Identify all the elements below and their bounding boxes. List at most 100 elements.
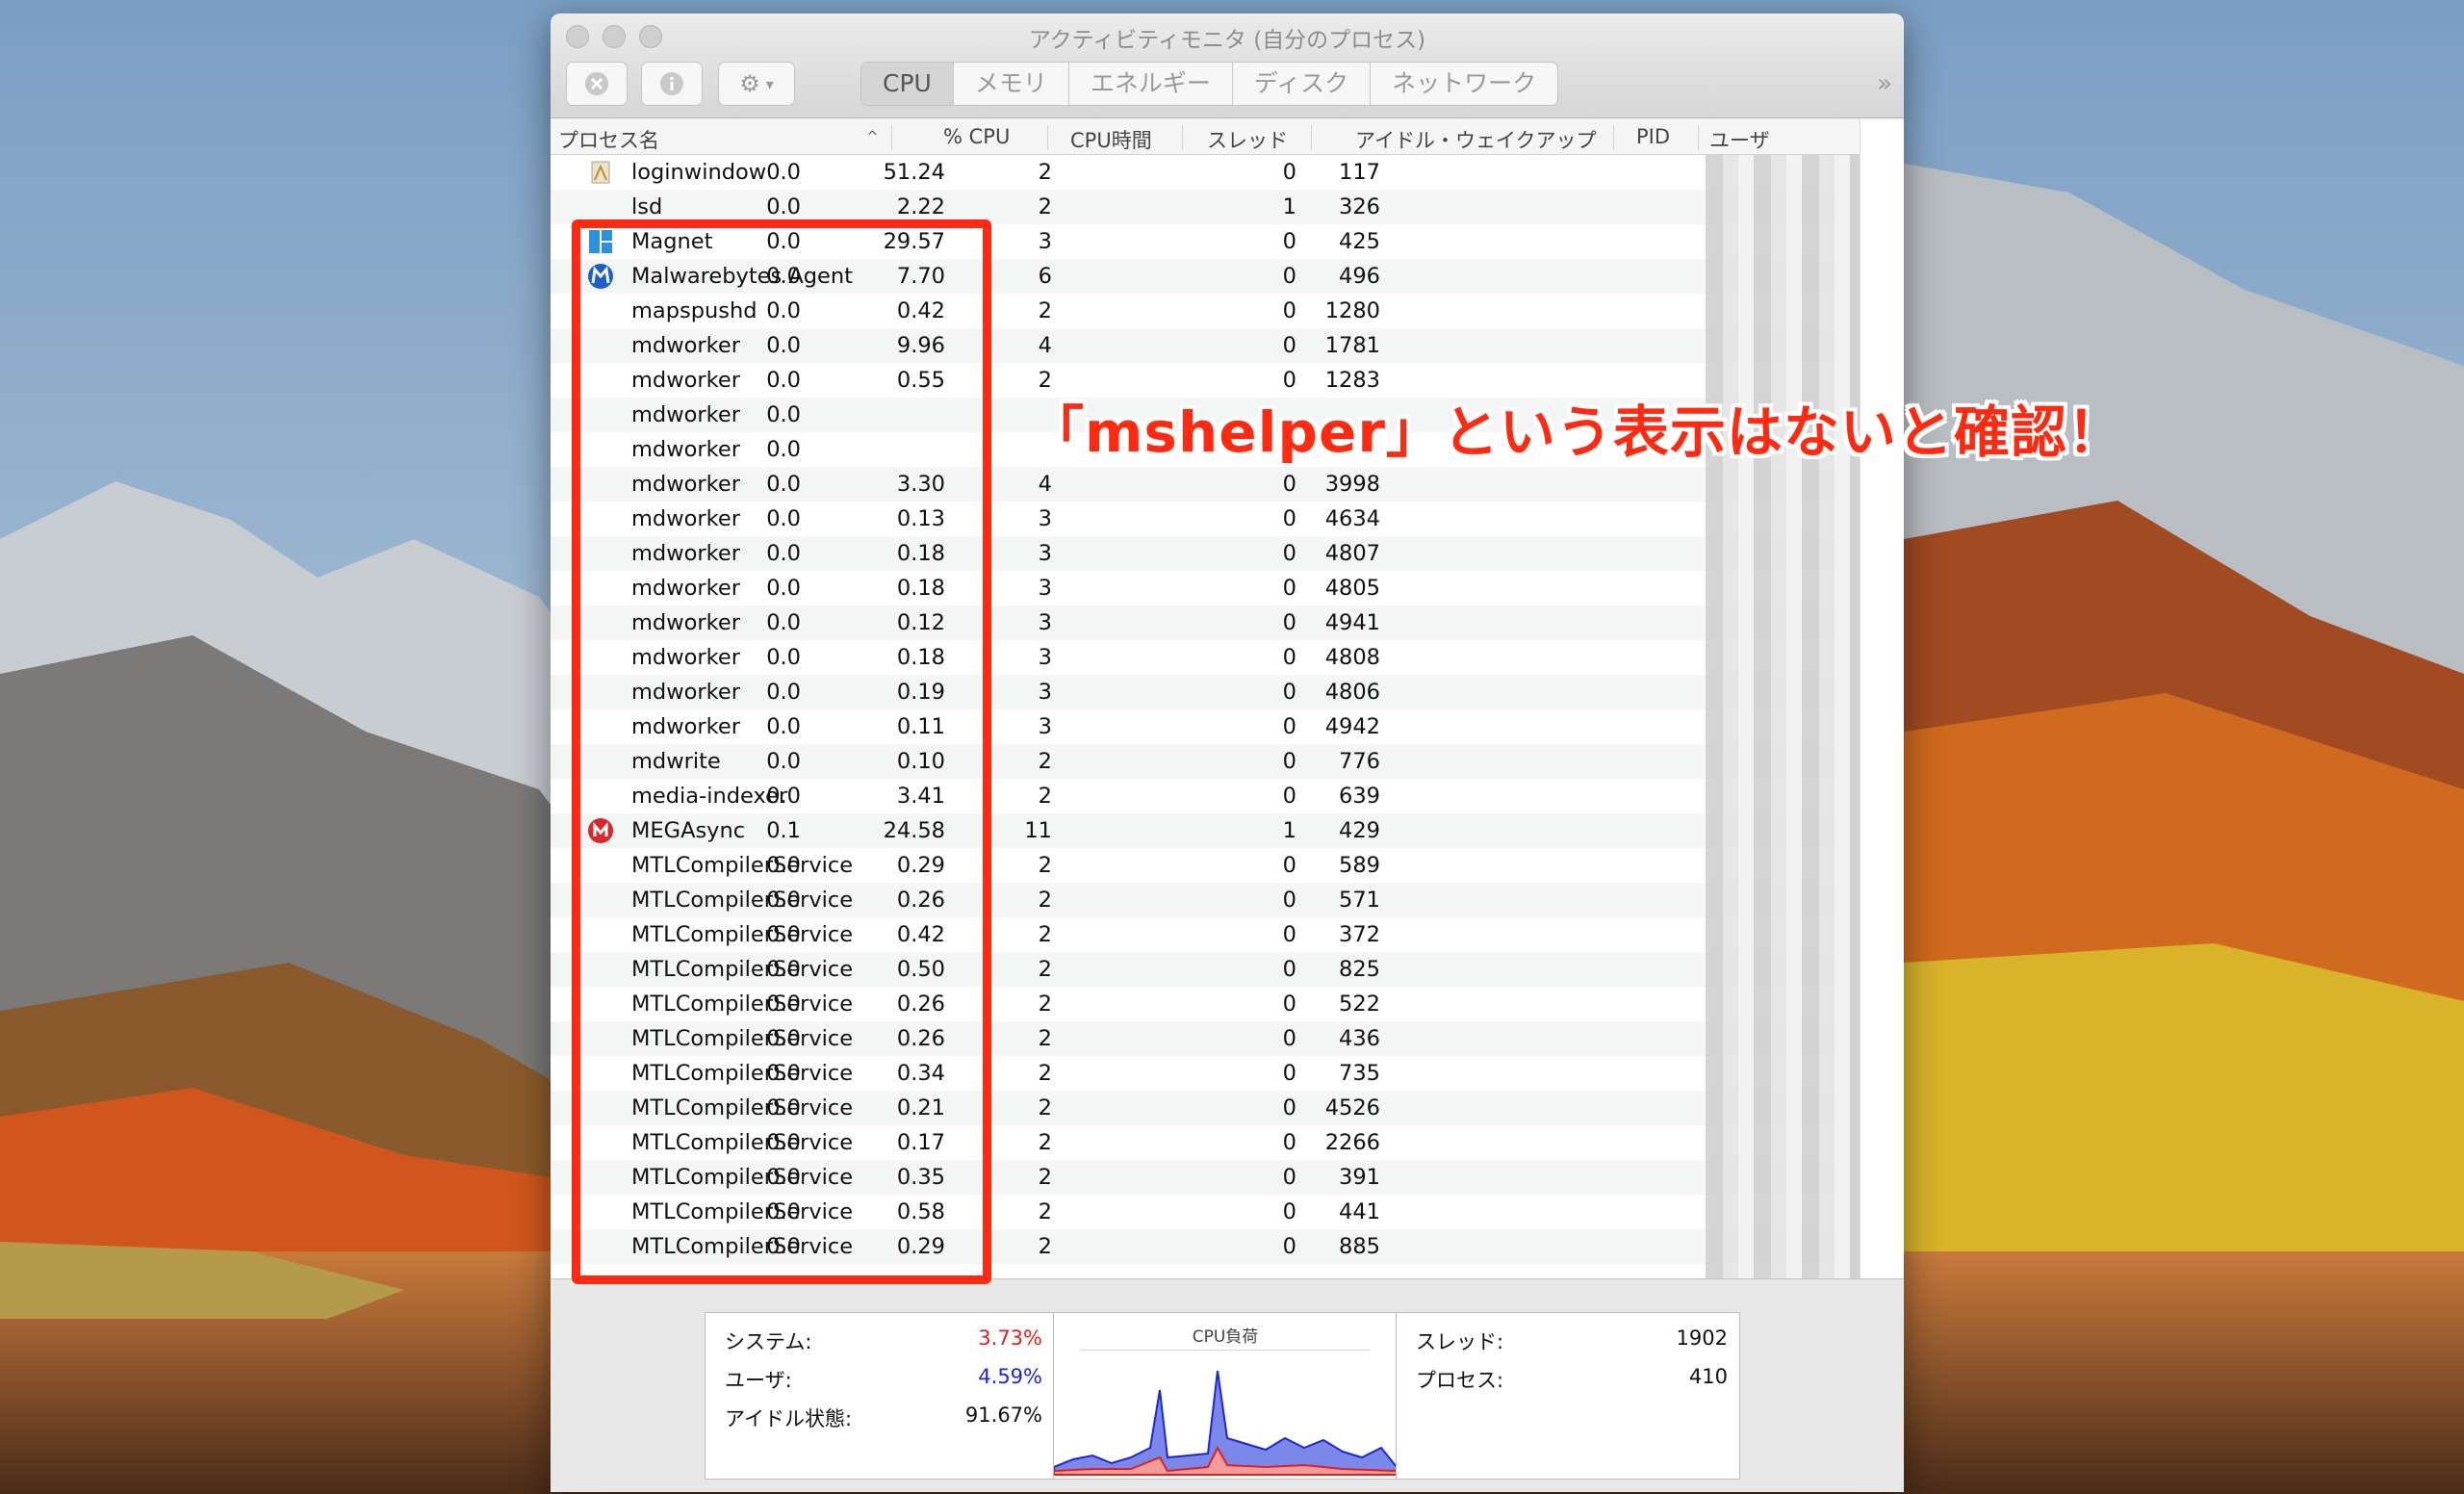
pid: 735 bbox=[1339, 1061, 1380, 1086]
idle-wakeups: 0 bbox=[1282, 784, 1296, 809]
thread-count: 2 bbox=[1038, 1165, 1052, 1190]
pid: 3998 bbox=[1324, 472, 1380, 497]
cpu-percent: 0.0 bbox=[766, 160, 801, 185]
table-gutter bbox=[1860, 119, 1904, 1278]
pid: 326 bbox=[1339, 194, 1380, 219]
idle-wakeups: 0 bbox=[1282, 1095, 1296, 1120]
thread-summary-box: スレッド: 1902 プロセス: 410 bbox=[1396, 1312, 1740, 1480]
pid: 117 bbox=[1339, 160, 1380, 185]
idle-wakeups: 0 bbox=[1282, 1061, 1296, 1086]
idle-wakeups: 0 bbox=[1282, 472, 1296, 497]
cpu-summary-panel: システム: 3.73% ユーザ: 4.59% アイドル状態: 91.67% CP… bbox=[551, 1278, 1904, 1492]
thread-count: 4 bbox=[1038, 472, 1052, 497]
annotation-text: 「mshelper」という表示はないと確認！ bbox=[1028, 399, 2124, 465]
thread-count: 3 bbox=[1038, 506, 1052, 531]
idle-wakeups: 1 bbox=[1282, 818, 1296, 843]
user-value: 4.59% bbox=[978, 1365, 1042, 1388]
idle-wakeups: 0 bbox=[1282, 1026, 1296, 1051]
column-process-name[interactable]: プロセス名 bbox=[558, 125, 659, 154]
thread-count: 2 bbox=[1038, 1199, 1052, 1224]
idle-wakeups: 0 bbox=[1282, 506, 1296, 531]
idle-wakeups: 0 bbox=[1282, 610, 1296, 635]
thread-count: 6 bbox=[1038, 264, 1052, 289]
tab-energy[interactable]: エネルギー bbox=[1069, 63, 1233, 105]
thread-count: 3 bbox=[1038, 576, 1052, 601]
pid: 4807 bbox=[1324, 541, 1380, 566]
pid: 4942 bbox=[1324, 714, 1380, 739]
pid: 441 bbox=[1339, 1199, 1380, 1224]
thread-count: 2 bbox=[1038, 1026, 1052, 1051]
pid: 589 bbox=[1339, 853, 1380, 878]
column-cpu-percent[interactable]: % CPU bbox=[943, 125, 1010, 148]
cpu-load-chart bbox=[1054, 1370, 1397, 1476]
thread-count: 4 bbox=[1038, 333, 1052, 358]
column-cpu-time[interactable]: CPU時間 bbox=[1070, 125, 1152, 154]
cpu-time: 51.24 bbox=[883, 160, 945, 185]
thread-count: 2 bbox=[1038, 922, 1052, 947]
idle-wakeups: 0 bbox=[1282, 888, 1296, 913]
action-menu-button[interactable]: ⚙ ▾ bbox=[718, 62, 795, 106]
idle-wakeups: 0 bbox=[1282, 1165, 1296, 1190]
sort-ascending-icon: ^ bbox=[866, 128, 879, 145]
idle-wakeups: 0 bbox=[1282, 992, 1296, 1017]
tab-cpu[interactable]: CPU bbox=[861, 63, 954, 105]
pid: 639 bbox=[1339, 784, 1380, 809]
idle-wakeups: 0 bbox=[1282, 160, 1296, 185]
processes-label: プロセス: bbox=[1416, 1369, 1504, 1392]
inspect-process-button[interactable] bbox=[641, 62, 703, 106]
idle-label: アイドル状態: bbox=[725, 1407, 853, 1430]
cpu-usage-box: システム: 3.73% ユーザ: 4.59% アイドル状態: 91.67% bbox=[705, 1312, 1055, 1480]
tab-disk[interactable]: ディスク bbox=[1233, 63, 1372, 105]
thread-count: 2 bbox=[1038, 749, 1052, 774]
column-pid[interactable]: PID bbox=[1636, 125, 1670, 148]
pid: 4808 bbox=[1324, 645, 1380, 670]
thread-count: 2 bbox=[1038, 992, 1052, 1017]
info-icon bbox=[660, 72, 683, 95]
chevron-down-icon: ▾ bbox=[765, 74, 774, 93]
pid: 885 bbox=[1339, 1234, 1380, 1259]
column-header: プロセス名 ^ % CPU CPU時間 スレッド アイドル・ウェイクアップ PI… bbox=[551, 119, 1904, 155]
process-name: loginwindow bbox=[631, 160, 767, 185]
idle-wakeups: 0 bbox=[1282, 298, 1296, 323]
gear-icon: ⚙ bbox=[739, 70, 760, 97]
idle-wakeups: 0 bbox=[1282, 229, 1296, 254]
view-tabs: CPU メモリ エネルギー ディスク ネットワーク bbox=[860, 62, 1559, 106]
idle-wakeups: 0 bbox=[1282, 922, 1296, 947]
threads-value: 1902 bbox=[1676, 1327, 1728, 1350]
idle-wakeups: 0 bbox=[1282, 1130, 1296, 1155]
pid: 429 bbox=[1339, 818, 1380, 843]
idle-value: 91.67% bbox=[964, 1404, 1042, 1427]
loginwindow-icon bbox=[587, 159, 614, 186]
user-column-redacted bbox=[1706, 155, 1860, 1278]
toolbar-overflow-button[interactable]: » bbox=[1877, 69, 1892, 98]
window-title: アクティビティモニタ (自分のプロセス) bbox=[1028, 28, 1426, 53]
thread-count: 2 bbox=[1038, 957, 1052, 982]
thread-count: 3 bbox=[1038, 229, 1052, 254]
pid: 391 bbox=[1339, 1165, 1380, 1190]
pid: 372 bbox=[1339, 922, 1380, 947]
thread-count: 3 bbox=[1038, 610, 1052, 635]
thread-count: 11 bbox=[1024, 818, 1052, 843]
pid: 2266 bbox=[1324, 1130, 1380, 1155]
stop-process-button[interactable] bbox=[566, 62, 628, 106]
tab-memory[interactable]: メモリ bbox=[954, 63, 1069, 105]
threads-label: スレッド: bbox=[1416, 1330, 1504, 1353]
idle-wakeups: 0 bbox=[1282, 333, 1296, 358]
table-row[interactable]: loginwindow 0.0 51.24 2 0 117 bbox=[551, 155, 1850, 190]
idle-wakeups: 0 bbox=[1282, 957, 1296, 982]
column-threads[interactable]: スレッド bbox=[1207, 125, 1288, 154]
column-user[interactable]: ユーザ bbox=[1709, 125, 1770, 154]
idle-wakeups: 0 bbox=[1282, 576, 1296, 601]
tab-network[interactable]: ネットワーク bbox=[1371, 63, 1557, 105]
pid: 1781 bbox=[1324, 333, 1380, 358]
user-label: ユーザ: bbox=[725, 1369, 792, 1392]
column-idle-wakeups[interactable]: アイドル・ウェイクアップ bbox=[1355, 125, 1597, 154]
thread-count: 2 bbox=[1038, 1130, 1052, 1155]
idle-wakeups: 0 bbox=[1282, 714, 1296, 739]
thread-count: 3 bbox=[1038, 714, 1052, 739]
idle-wakeups: 0 bbox=[1282, 1234, 1296, 1259]
thread-count: 3 bbox=[1038, 541, 1052, 566]
cpu-load-graph: CPU負荷 bbox=[1053, 1312, 1398, 1480]
idle-wakeups: 0 bbox=[1282, 1199, 1296, 1224]
idle-wakeups: 0 bbox=[1282, 680, 1296, 705]
